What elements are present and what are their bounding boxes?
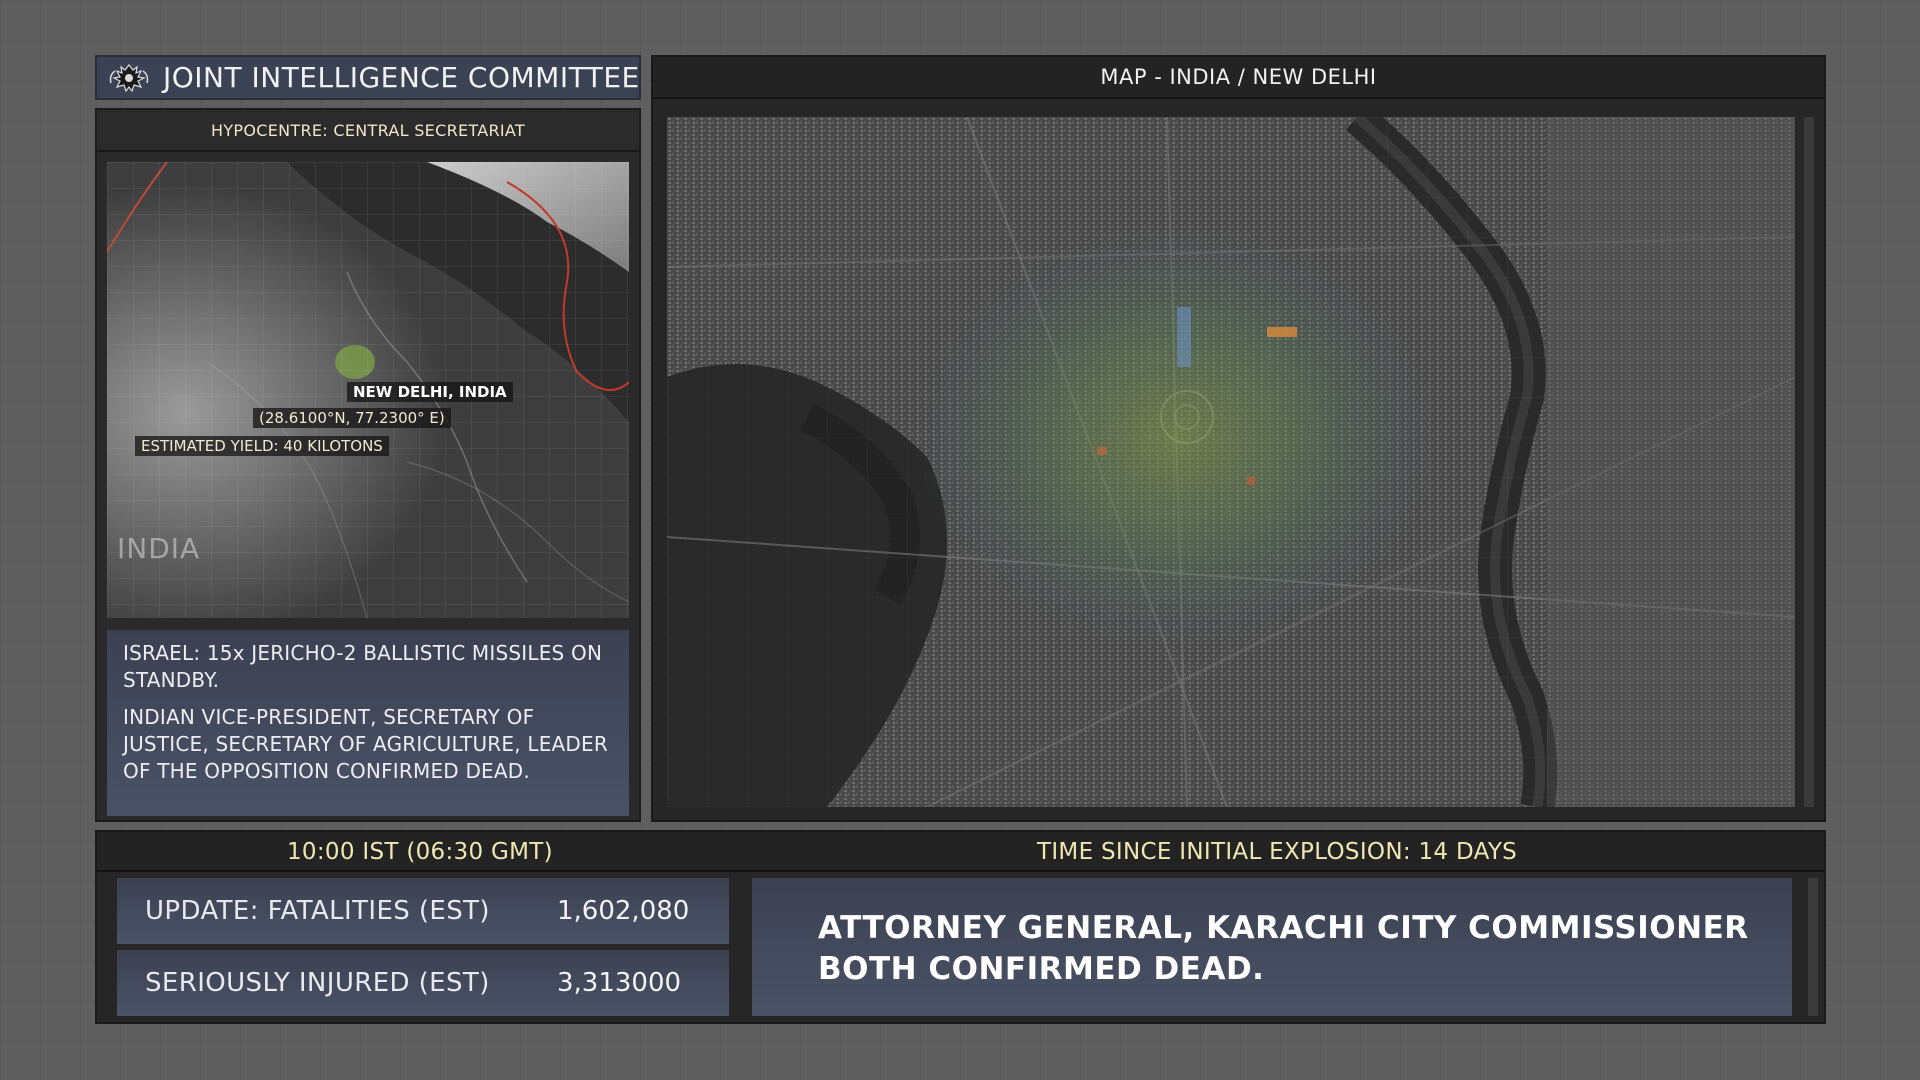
status-panel: 10:00 IST (06:30 GMT) TIME SINCE INITIAL… — [95, 830, 1826, 1024]
briefing-box: ISRAEL: 15x JERICHO-2 BALLISTIC MISSILES… — [107, 630, 629, 816]
fatalities-label: UPDATE: FATALITIES (EST) — [145, 896, 490, 926]
hypocentre-label: HYPOCENTRE: CENTRAL SECRETARIAT — [97, 110, 639, 152]
yield-label: ESTIMATED YIELD: 40 KILOTONS — [135, 436, 389, 456]
main-map-panel: MAP - INDIA / NEW DELHI — [651, 55, 1826, 822]
city-label: NEW DELHI, INDIA — [347, 382, 513, 402]
alert-text: ATTORNEY GENERAL, KARACHI CITY COMMISSIO… — [818, 910, 1749, 987]
royal-crest-icon — [107, 61, 151, 95]
status-header: 10:00 IST (06:30 GMT) TIME SINCE INITIAL… — [97, 832, 1824, 872]
injured-value: 3,313000 — [557, 968, 682, 998]
coordinates-label: (28.6100°N, 77.2300° E) — [253, 408, 451, 428]
left-column: JOINT INTELLIGENCE COMMITTEE HYPOCENTRE:… — [95, 55, 641, 822]
time-since-explosion: TIME SINCE INITIAL EXPLOSION: 14 DAYS — [1037, 839, 1518, 865]
country-label: INDIA — [117, 532, 201, 565]
local-time: 10:00 IST (06:30 GMT) — [287, 839, 553, 865]
map-title: MAP - INDIA / NEW DELHI — [653, 57, 1824, 99]
city-map[interactable] — [667, 117, 1795, 807]
briefing-item: INDIAN VICE-PRESIDENT, SECRETARY OF JUST… — [123, 705, 608, 783]
alert-scrollbar[interactable] — [1808, 878, 1818, 1016]
briefing-item: ISRAEL: 15x JERICHO-2 BALLISTIC MISSILES… — [123, 641, 603, 692]
page-title: JOINT INTELLIGENCE COMMITTEE — [163, 61, 640, 94]
regional-map[interactable]: NEW DELHI, INDIA (28.6100°N, 77.2300° E)… — [107, 162, 629, 618]
hypocentre-panel: HYPOCENTRE: CENTRAL SECRETARIAT NEW DELH… — [95, 108, 641, 822]
fatalities-value: 1,602,080 — [557, 896, 690, 926]
injured-card: SERIOUSLY INJURED (EST) 3,313000 — [117, 950, 729, 1016]
fatalities-card: UPDATE: FATALITIES (EST) 1,602,080 — [117, 878, 729, 944]
city-map-graphic — [667, 117, 1795, 807]
jic-header: JOINT INTELLIGENCE COMMITTEE — [95, 55, 641, 100]
alert-card: ATTORNEY GENERAL, KARACHI CITY COMMISSIO… — [752, 878, 1792, 1016]
map-scrollbar[interactable] — [1804, 117, 1814, 807]
injured-label: SERIOUSLY INJURED (EST) — [145, 968, 490, 998]
